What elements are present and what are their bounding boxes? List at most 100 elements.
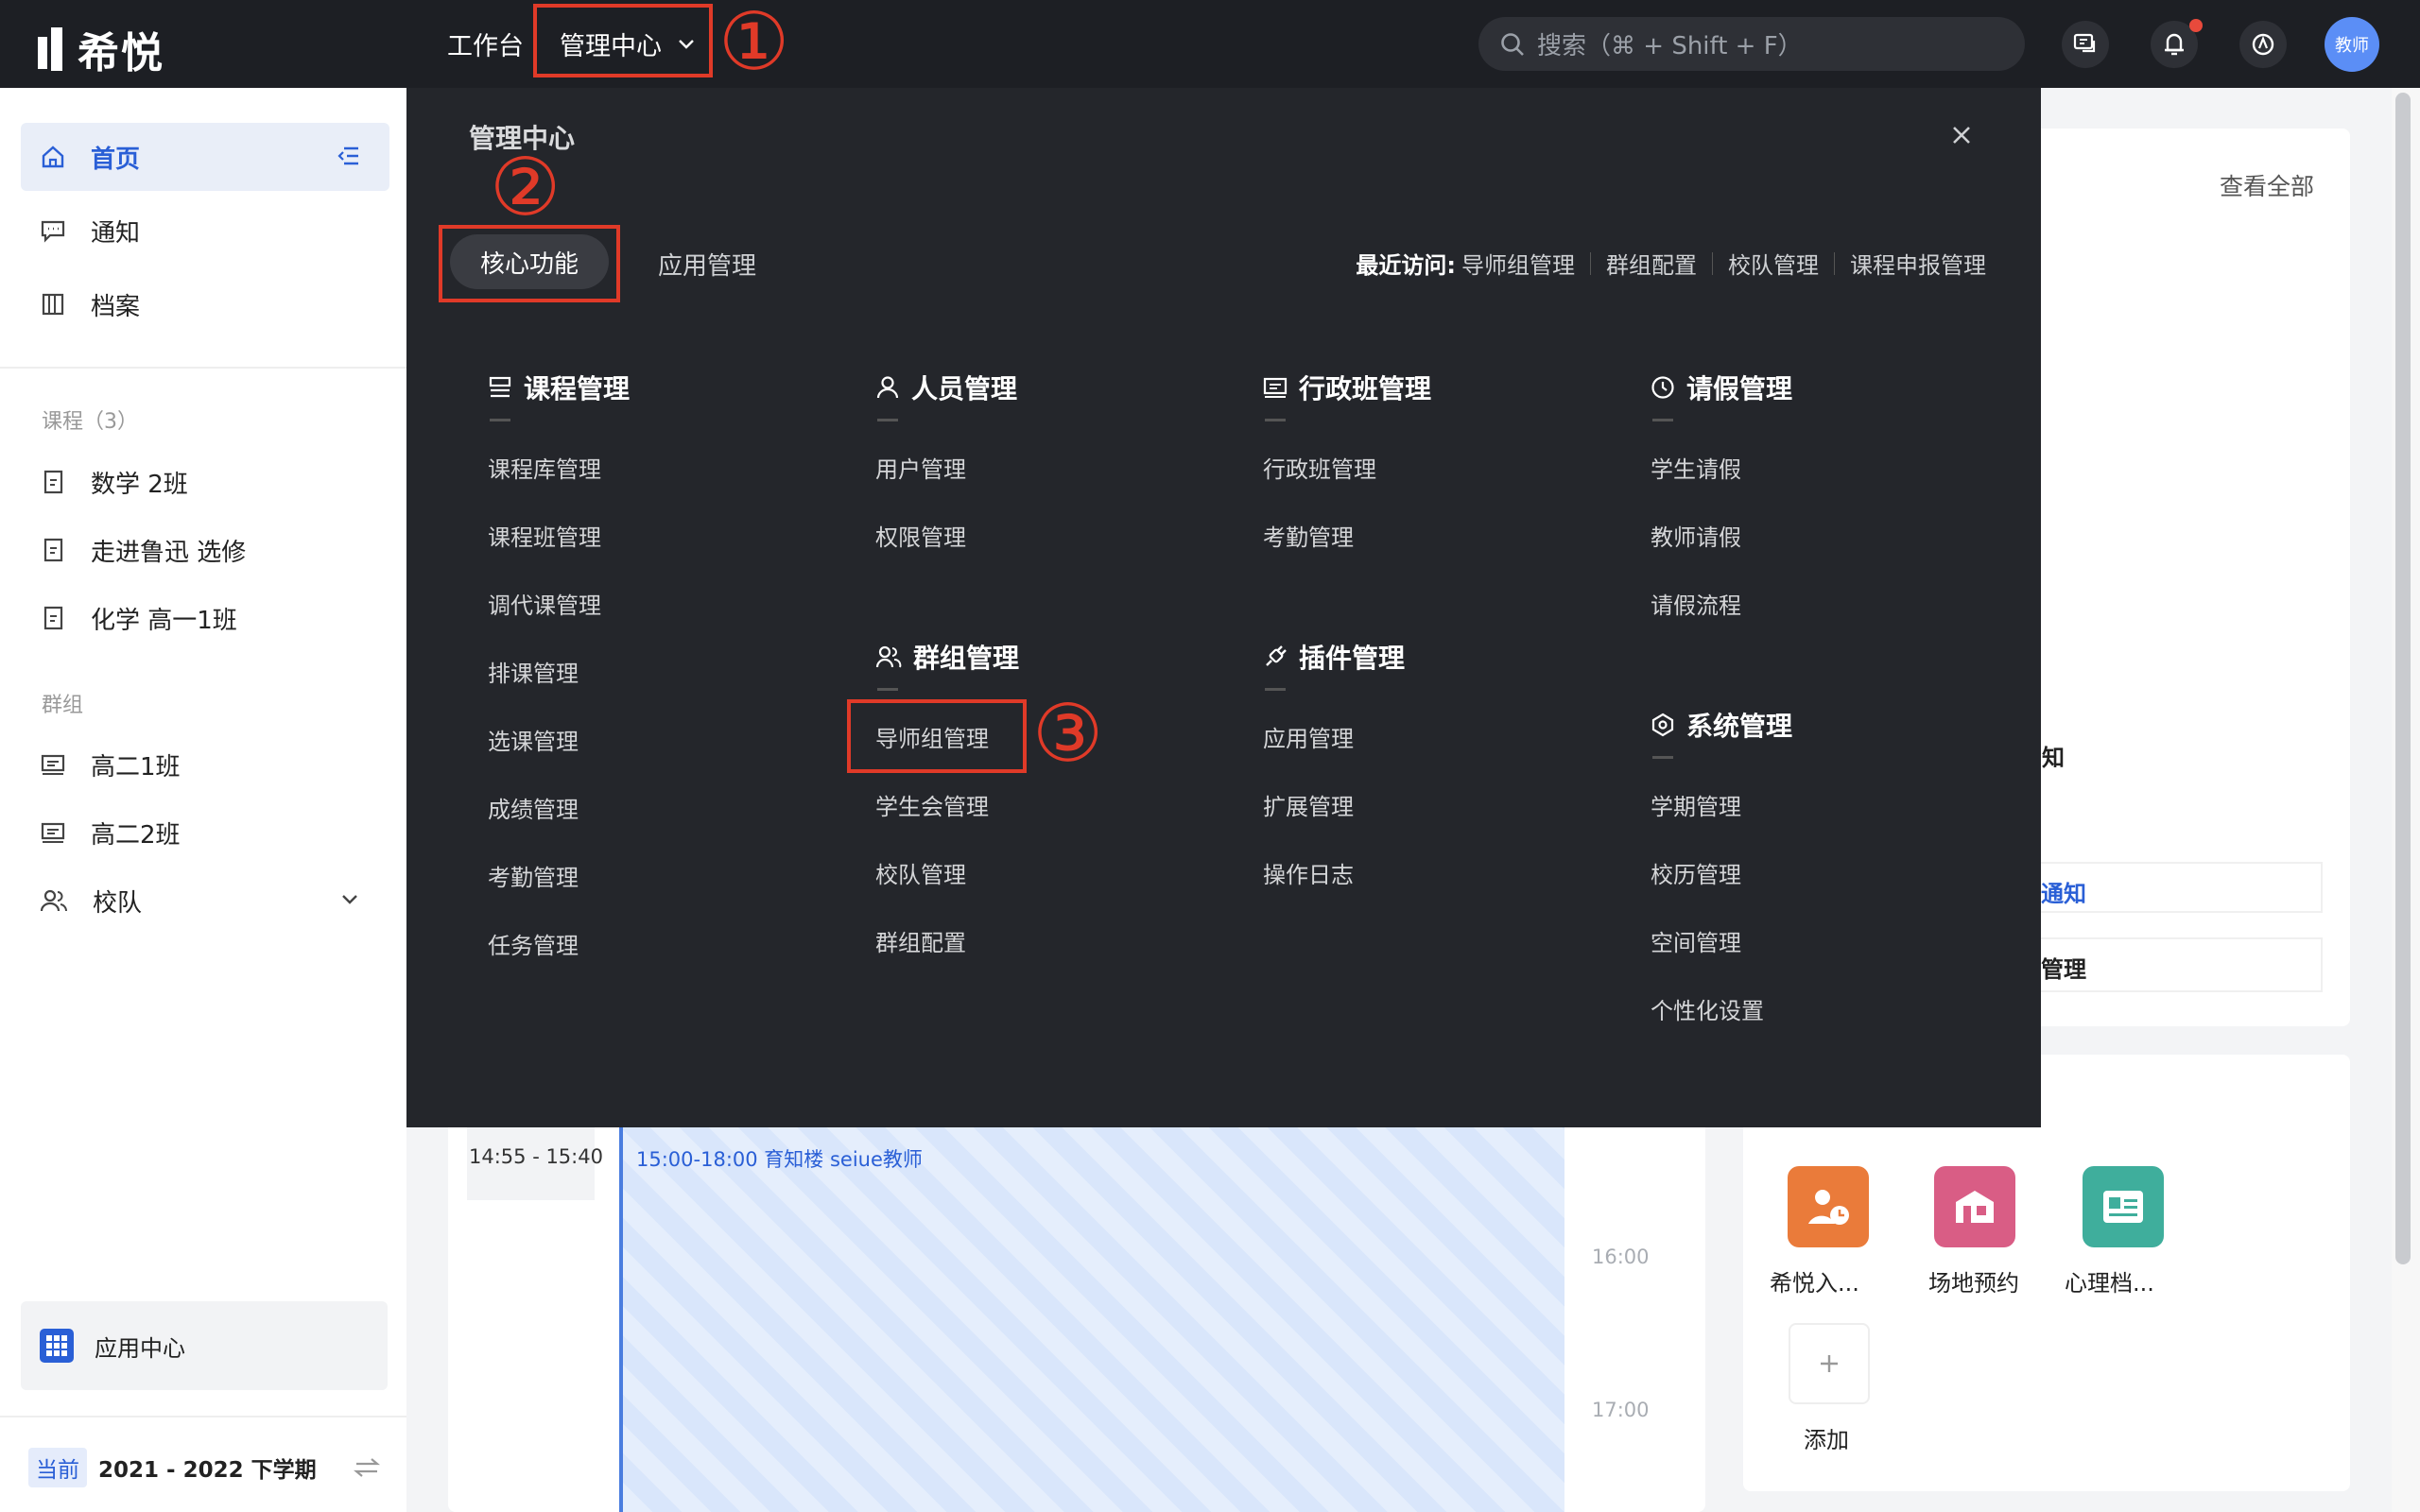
app-venue-booking[interactable]	[1934, 1166, 2015, 1247]
message-icon	[41, 220, 65, 243]
section-title: 课程管理	[524, 373, 631, 404]
tab-app-management[interactable]: 应用管理	[658, 247, 756, 282]
menu-link[interactable]: 调代课管理	[488, 587, 601, 620]
bell-icon	[2165, 33, 2184, 56]
sidebar-item-home[interactable]: 首页	[21, 123, 389, 191]
search-input[interactable]: 搜索（⌘ + Shift + F）	[1478, 17, 2025, 71]
sidebar-item-course[interactable]: 走进鲁迅 选修	[21, 516, 389, 584]
menu-link[interactable]: 校队管理	[875, 856, 966, 889]
sidebar-item-course[interactable]: 化学 高一1班	[21, 584, 389, 652]
section-underline	[1652, 419, 1673, 421]
sidebar-item-course[interactable]: 数学 2班	[21, 448, 389, 516]
chat-button[interactable]	[2062, 21, 2109, 68]
menu-link[interactable]: 学生会管理	[875, 788, 989, 821]
divider	[0, 367, 406, 369]
term-switcher[interactable]: 当前 2021 - 2022 下学期	[28, 1447, 397, 1488]
chevron-down-icon[interactable]	[340, 893, 359, 906]
menu-link[interactable]: 校历管理	[1651, 856, 1741, 889]
menu-link[interactable]: 用户管理	[875, 451, 966, 484]
menu-link[interactable]: 权限管理	[875, 519, 966, 552]
app-switch-button[interactable]	[2239, 21, 2287, 68]
top-bar: 希悦 工作台 管理中心 搜索（⌘ + Shift + F） 教师	[0, 0, 2420, 88]
recent-link[interactable]: 校队管理	[1728, 247, 1819, 280]
annotation-number: ①	[718, 0, 790, 88]
annotation-box	[533, 4, 713, 77]
annotation-box	[847, 699, 1027, 773]
menu-link[interactable]: 考勤管理	[1263, 519, 1354, 552]
app-label: 场地预约	[1928, 1270, 2019, 1297]
recent-link[interactable]: 导师组管理	[1461, 247, 1575, 280]
close-icon[interactable]	[1950, 124, 1973, 146]
sidebar-item-group[interactable]: 高二1班	[21, 730, 389, 799]
sidebar-item-team[interactable]: 校队	[21, 867, 389, 935]
separator	[1590, 251, 1591, 275]
tab-label: 应用管理	[658, 252, 757, 281]
section-leave: 请假管理	[1651, 369, 1792, 406]
menu-link[interactable]: 排课管理	[488, 655, 579, 688]
book-icon	[43, 470, 63, 494]
menu-link[interactable]: 群组配置	[875, 924, 966, 957]
menu-link[interactable]: 课程班管理	[488, 519, 601, 552]
sidebar-item-notice[interactable]: 通知	[21, 197, 389, 265]
list-icon	[489, 376, 511, 398]
swap-icon[interactable]	[354, 1456, 380, 1479]
menu-link[interactable]: 成绩管理	[488, 791, 579, 824]
app-psych-archive[interactable]	[2083, 1166, 2164, 1247]
sidebar-item-archive[interactable]: 档案	[21, 270, 389, 338]
app-xiyue-entry[interactable]	[1788, 1166, 1869, 1247]
menu-link[interactable]: 扩展管理	[1263, 788, 1354, 821]
sidebar-item-label: 校队	[93, 888, 143, 918]
section-title: 行政班管理	[1299, 373, 1432, 404]
menu-link[interactable]: 请假流程	[1651, 587, 1741, 620]
scrollbar[interactable]	[2395, 93, 2411, 1264]
menu-link[interactable]: 操作日志	[1263, 856, 1354, 889]
archive-icon	[42, 293, 64, 316]
notice-row[interactable]: 管理	[2041, 937, 2323, 992]
recent-link[interactable]: 课程申报管理	[1850, 247, 1986, 280]
avatar-label: 教师	[2335, 36, 2369, 56]
add-app-button[interactable]	[1789, 1323, 1870, 1404]
menu-link[interactable]: 应用管理	[1263, 720, 1354, 753]
recent-link[interactable]: 群组配置	[1606, 247, 1697, 280]
menu-link[interactable]: 选课管理	[488, 723, 579, 756]
menu-link[interactable]: 课程库管理	[488, 451, 601, 484]
section-title: 群组管理	[913, 643, 1020, 674]
annotation-number: ③	[1032, 687, 1104, 780]
team-icon	[40, 889, 68, 912]
section-underline	[1265, 419, 1286, 421]
building-icon	[1956, 1191, 1994, 1223]
calendar-event[interactable]: 15:00-18:00 育知楼 seiue教师	[619, 1127, 1564, 1512]
app-label: 心理档...	[2065, 1270, 2154, 1297]
logo[interactable]: 希悦	[38, 19, 164, 79]
menu-link[interactable]: 学期管理	[1651, 788, 1741, 821]
time-range: 14:55 - 15:40	[469, 1145, 603, 1168]
section-group: 群组管理	[875, 638, 1019, 676]
menu-link[interactable]: 个性化设置	[1651, 992, 1764, 1025]
avatar[interactable]: 教师	[2325, 17, 2379, 72]
annotation-box	[439, 225, 620, 302]
settings-icon	[1651, 713, 1674, 737]
menu-link[interactable]: 任务管理	[488, 927, 579, 960]
menu-link[interactable]: 行政班管理	[1263, 451, 1376, 484]
compass-icon	[2252, 33, 2274, 56]
menu-link[interactable]: 教师请假	[1651, 519, 1741, 552]
menu-link[interactable]: 空间管理	[1651, 924, 1741, 957]
sidebar-item-label: 高二1班	[91, 752, 181, 782]
sidebar-item-group[interactable]: 高二2班	[21, 799, 389, 867]
collapse-menu-icon[interactable]	[337, 144, 361, 168]
menu-link[interactable]: 考勤管理	[488, 859, 579, 892]
section-admin-class: 行政班管理	[1263, 369, 1431, 406]
notice-row[interactable]: 通知	[2041, 862, 2323, 913]
menu-link[interactable]: 学生请假	[1651, 451, 1741, 484]
event-text: 15:00-18:00 育知楼 seiue教师	[636, 1148, 923, 1171]
app-center-button[interactable]: 应用中心	[21, 1301, 388, 1390]
chat-icon	[2073, 33, 2096, 53]
divider	[0, 1416, 406, 1418]
section-underline	[1652, 756, 1673, 759]
grid-icon	[40, 1329, 74, 1363]
group-icon	[875, 645, 902, 668]
nav-workbench[interactable]: 工作台	[447, 0, 524, 88]
view-all-link[interactable]: 查看全部	[2220, 168, 2314, 202]
section-underline	[877, 688, 898, 691]
book-icon	[43, 606, 63, 630]
